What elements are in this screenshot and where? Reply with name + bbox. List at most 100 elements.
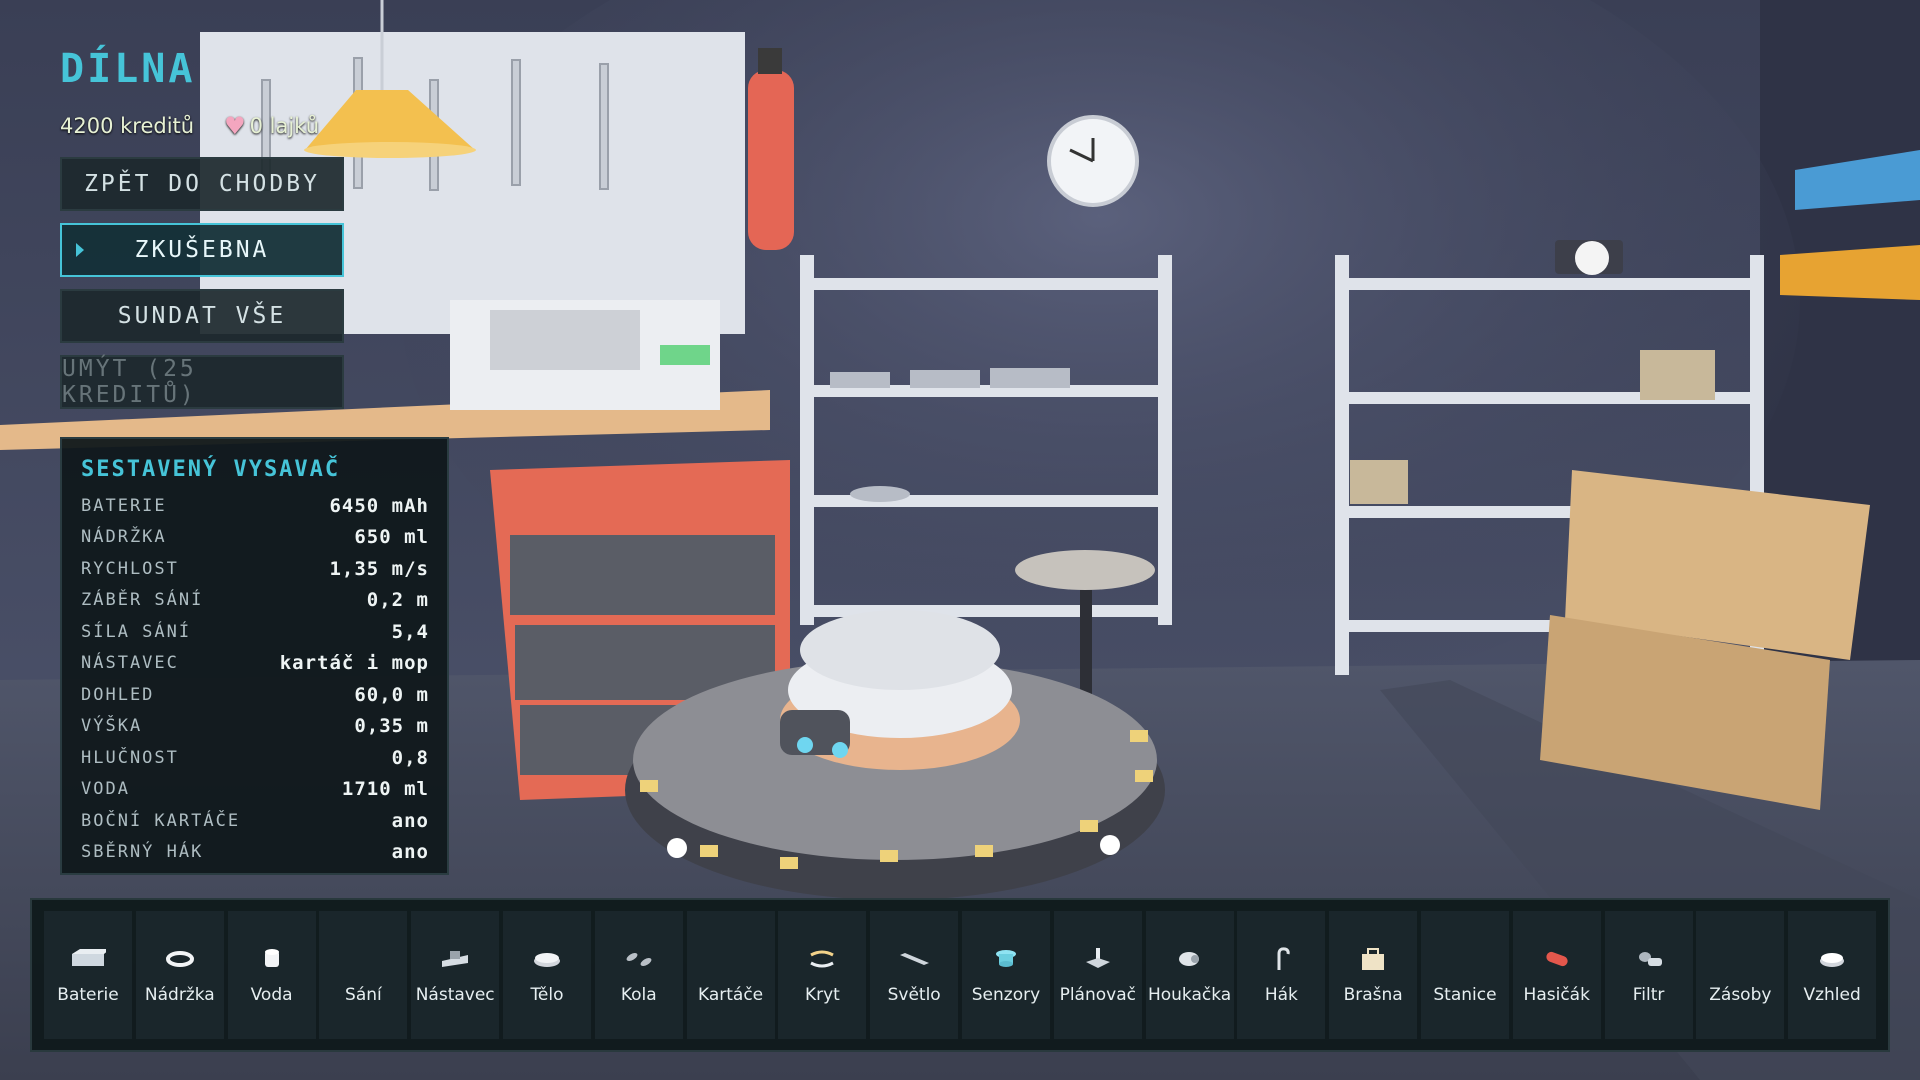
likes-counter: ♥ 0 lajků bbox=[224, 112, 319, 140]
stat-row-speed: RYCHLOST 1,35 m/s bbox=[81, 553, 429, 585]
wash-label: UMÝT (25 KREDITŮ) bbox=[62, 356, 197, 408]
page-title: DÍLNA bbox=[60, 46, 196, 92]
stat-label: NÁDRŽKA bbox=[81, 527, 167, 548]
stat-row-battery: BATERIE 6450 mAh bbox=[81, 490, 429, 522]
cover-icon bbox=[802, 945, 842, 973]
stat-rows: BATERIE 6450 mAh NÁDRŽKA 650 ml RYCHLOST 1,… bbox=[81, 490, 429, 868]
back-to-hallway-button[interactable]: ZPĚT DO CHODBY bbox=[60, 157, 344, 211]
tank-ring-icon bbox=[160, 945, 200, 973]
tool-label: Nádržka bbox=[144, 985, 215, 1005]
tool-label: Filtr bbox=[1632, 985, 1665, 1005]
stats-panel-title: SESTAVENÝ VYSAVAČ bbox=[81, 457, 341, 482]
stat-value: 6450 mAh bbox=[329, 494, 429, 517]
stat-label: VÝŠKA bbox=[81, 716, 143, 737]
stat-row-tank: NÁDRŽKA 650 ml bbox=[81, 522, 429, 554]
tool-label: Zásoby bbox=[1709, 985, 1772, 1005]
stat-row-height: VÝŠKA 0,35 m bbox=[81, 711, 429, 743]
player-stats: 4200 kreditů ♥ 0 lajků bbox=[60, 112, 319, 140]
tool-battery[interactable]: Baterie bbox=[44, 911, 132, 1039]
tool-planner[interactable]: Plánovač bbox=[1053, 911, 1142, 1039]
tool-label: Brašna bbox=[1343, 985, 1403, 1005]
bag-icon bbox=[1353, 945, 1393, 973]
back-to-hallway-label: ZPĚT DO CHODBY bbox=[84, 171, 320, 197]
tool-label: Světlo bbox=[887, 985, 941, 1005]
stat-label: BOČNÍ KARTÁČE bbox=[81, 810, 241, 831]
stat-value: 1,35 m/s bbox=[329, 557, 429, 580]
tool-water[interactable]: Voda bbox=[227, 911, 316, 1039]
stat-value: 0,8 bbox=[391, 746, 429, 769]
stat-value: 60,0 m bbox=[354, 683, 429, 706]
stat-label: HLUČNOST bbox=[81, 747, 179, 768]
tool-appearance[interactable]: Vzhled bbox=[1788, 911, 1877, 1039]
likes-label: 0 lajků bbox=[249, 114, 320, 138]
stat-row-hook: SBĚRNÝ HÁK ano bbox=[81, 837, 429, 869]
tool-hook[interactable]: Hák bbox=[1237, 911, 1326, 1039]
stat-value: 650 ml bbox=[354, 526, 429, 549]
tool-wheels[interactable]: Kola bbox=[594, 911, 683, 1039]
tool-station[interactable]: Stanice bbox=[1420, 911, 1509, 1039]
stat-value: ano bbox=[391, 809, 429, 832]
tool-label: Hasičák bbox=[1523, 985, 1590, 1005]
tool-label: Houkačka bbox=[1147, 985, 1232, 1005]
tool-label: Sání bbox=[345, 985, 382, 1005]
stat-row-attachment: NÁSTAVEC kartáč i mop bbox=[81, 648, 429, 680]
sensor-icon bbox=[986, 945, 1026, 973]
stat-value: 5,4 bbox=[391, 620, 429, 643]
tool-extinguisher[interactable]: Hasičák bbox=[1512, 911, 1601, 1039]
tool-light[interactable]: Světlo bbox=[870, 911, 959, 1039]
tool-horn[interactable]: Houkačka bbox=[1145, 911, 1234, 1039]
stat-value: 0,35 m bbox=[354, 715, 429, 738]
stat-label: BATERIE bbox=[81, 495, 167, 516]
selected-arrow-icon bbox=[76, 243, 84, 257]
tool-bag[interactable]: Brašna bbox=[1329, 911, 1418, 1039]
tool-label: Senzory bbox=[971, 985, 1041, 1005]
stat-label: SBĚRNÝ HÁK bbox=[81, 842, 204, 863]
tool-cover[interactable]: Kryt bbox=[778, 911, 867, 1039]
assembled-vacuum-panel: SESTAVENÝ VYSAVAČ BATERIE 6450 mAh NÁDRŽK… bbox=[60, 437, 449, 875]
stat-row-water: VODA 1710 ml bbox=[81, 774, 429, 806]
tool-body[interactable]: Tělo bbox=[502, 911, 591, 1039]
tool-label: Stanice bbox=[1433, 985, 1497, 1005]
tool-label: Kola bbox=[620, 985, 657, 1005]
parts-toolbar: Baterie Nádržka Voda Sání Nástavec Tělo … bbox=[30, 898, 1890, 1052]
credits-counter: 4200 kreditů bbox=[60, 114, 195, 138]
stat-value: ano bbox=[391, 841, 429, 864]
stat-label: VODA bbox=[81, 779, 130, 800]
hook-icon bbox=[1261, 945, 1301, 973]
filter-icon bbox=[1629, 945, 1669, 973]
stat-row-side-brushes: BOČNÍ KARTÁČE ano bbox=[81, 805, 429, 837]
main-menu: ZPĚT DO CHODBY ZKUŠEBNA SUNDAT VŠE UMÝT … bbox=[60, 157, 344, 421]
stat-value: 1710 ml bbox=[341, 778, 429, 801]
extinguisher-icon bbox=[1537, 945, 1577, 973]
tool-supplies[interactable]: Zásoby bbox=[1696, 911, 1785, 1039]
stat-value: 0,2 m bbox=[366, 589, 429, 612]
test-room-button[interactable]: ZKUŠEBNA bbox=[60, 223, 344, 277]
stat-row-suction-width: ZÁBĚR SÁNÍ 0,2 m bbox=[81, 585, 429, 617]
horn-icon bbox=[1170, 945, 1210, 973]
planner-icon bbox=[1078, 945, 1118, 973]
stat-label: ZÁBĚR SÁNÍ bbox=[81, 590, 204, 611]
stat-label: SÍLA SÁNÍ bbox=[81, 621, 192, 642]
tool-tank[interactable]: Nádržka bbox=[135, 911, 224, 1039]
water-cylinder-icon bbox=[252, 945, 292, 973]
tool-label: Hák bbox=[1264, 985, 1298, 1005]
tool-label: Vzhled bbox=[1803, 985, 1861, 1005]
tool-label: Kartáče bbox=[698, 985, 764, 1005]
remove-all-label: SUNDAT VŠE bbox=[117, 303, 287, 329]
tool-suction[interactable]: Sání bbox=[319, 911, 408, 1039]
wash-button[interactable]: UMÝT (25 KREDITŮ) bbox=[60, 355, 344, 409]
stat-label: RYCHLOST bbox=[81, 558, 179, 579]
stat-label: DOHLED bbox=[81, 684, 155, 705]
remove-all-button[interactable]: SUNDAT VŠE bbox=[60, 289, 344, 343]
test-room-label: ZKUŠEBNA bbox=[134, 237, 270, 263]
tool-label: Voda bbox=[250, 985, 293, 1005]
battery-icon bbox=[68, 945, 108, 973]
tool-label: Plánovač bbox=[1059, 985, 1136, 1005]
attachment-icon bbox=[435, 945, 475, 973]
appearance-icon bbox=[1812, 945, 1852, 973]
tool-brushes[interactable]: Kartáče bbox=[686, 911, 775, 1039]
tool-filter[interactable]: Filtr bbox=[1604, 911, 1693, 1039]
tool-attachment[interactable]: Nástavec bbox=[411, 911, 500, 1039]
tool-sensors[interactable]: Senzory bbox=[961, 911, 1050, 1039]
stat-row-suction-power: SÍLA SÁNÍ 5,4 bbox=[81, 616, 429, 648]
